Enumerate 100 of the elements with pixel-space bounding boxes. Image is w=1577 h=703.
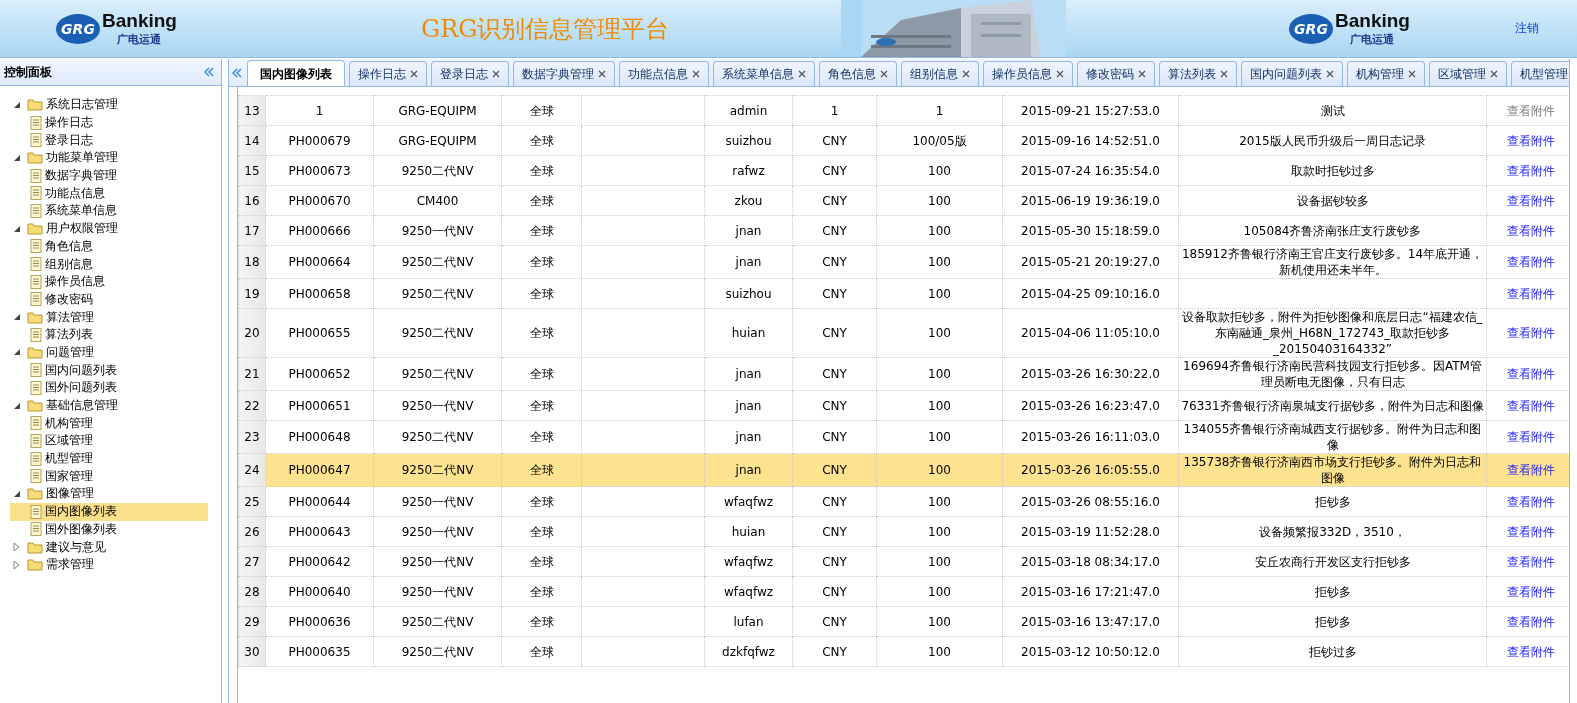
table-cell: GRG-EQUIPM [373,95,502,126]
table-cell: jnan [704,245,793,279]
close-icon[interactable] [962,70,970,78]
tree-node[interactable]: 登录日志 [10,131,208,150]
folder-icon [27,222,43,236]
tree-node[interactable]: 国外图像列表 [10,520,208,539]
close-icon[interactable] [1326,70,1334,78]
tree-node[interactable]: 角色信息 [10,237,208,256]
table-cell: 135738齐鲁银行济南西市场支行拒钞多。附件为日志和图像 [1178,453,1487,487]
tree-node[interactable]: 修改密码 [10,290,208,309]
tab[interactable]: 操作员信息 [983,61,1073,86]
table-cell: PH000658 [265,278,374,309]
row-number: 16 [238,185,266,216]
table-cell: dzkfqfwz [704,636,793,667]
tree-node[interactable]: 国家管理 [10,467,208,486]
close-icon[interactable] [798,70,806,78]
table-cell: 100 [876,390,1003,421]
table-cell: 取款时拒钞过多 [1178,155,1487,186]
table-cell: 全球 [501,185,582,216]
tree-node[interactable]: 建议与意见 [10,538,221,556]
close-icon[interactable] [1056,70,1064,78]
close-icon[interactable] [410,70,418,78]
table-cell: wfaqfwz [704,546,793,577]
table-cell: 2015版人民币升级后一周日志记录 [1178,125,1487,156]
table-cell: CNY [792,390,877,421]
collapse-icon[interactable] [231,67,243,79]
tree-node[interactable]: 区域管理 [10,432,208,450]
table-cell: 1 [265,95,374,126]
table-cell: 2015-09-16 14:52:51.0 [1002,125,1179,156]
table-cell: 169694齐鲁银行济南民营科技园支行拒钞多。因ATM管理员断电无图像，只有日志 [1178,357,1487,391]
tab[interactable]: 区域管理 [1429,61,1507,86]
tree-node[interactable]: 操作日志 [10,113,208,132]
table-cell: huian [704,308,793,358]
tree-node[interactable]: 机型管理 [10,449,208,468]
tree-node[interactable]: 数据字典管理 [10,166,208,185]
folder-icon [27,558,43,572]
table-cell: 76331齐鲁银行济南泉城支行据钞多，附件为日志和图像 [1178,390,1487,421]
tree-node[interactable]: 国外问题列表 [10,379,208,397]
tab[interactable]: 功能点信息 [619,61,709,86]
tab[interactable]: 修改密码 [1077,61,1155,86]
table-cell: CNY [792,357,877,391]
close-icon[interactable] [492,70,500,78]
table-cell: 设备频繁报332D，3510， [1178,516,1487,547]
tree-node[interactable]: 图像管理 [10,485,221,503]
table-cell: 9250一代NV [373,215,502,246]
tab[interactable]: 角色信息 [819,61,897,86]
close-icon[interactable] [1490,70,1498,78]
close-icon[interactable] [598,70,606,78]
tree-node[interactable]: 系统菜单信息 [10,202,208,220]
tab[interactable]: 登录日志 [431,61,509,86]
tab[interactable]: 算法列表 [1159,61,1237,86]
table-cell: 拒钞多 [1178,606,1487,637]
folder-icon [27,399,43,413]
tree-node[interactable]: 系统日志管理 [10,96,221,114]
close-icon[interactable] [880,70,888,78]
close-icon[interactable] [1220,70,1228,78]
logout-link[interactable]: 注销 [1515,20,1539,37]
tab[interactable]: 组别信息 [901,61,979,86]
tree-node[interactable]: 算法管理 [10,308,221,326]
file-icon [30,239,42,254]
tab[interactable]: 系统菜单信息 [713,61,815,86]
table-cell: 100 [876,245,1003,279]
close-icon[interactable] [692,70,700,78]
tab[interactable]: 机型管理 [1511,61,1569,86]
table-cell: jnan [704,390,793,421]
tree-node[interactable]: 国内图像列表 [10,502,208,521]
table-cell: 9250一代NV [373,390,502,421]
tree-node[interactable]: 操作员信息 [10,272,208,291]
table-cell: 全球 [501,516,582,547]
tab[interactable]: 操作日志 [349,61,427,86]
tree-node[interactable]: 算法列表 [10,325,208,344]
attachment-link[interactable]: 查看附件 [1507,326,1555,340]
tree-node[interactable]: 功能点信息 [10,184,208,203]
collapse-icon[interactable] [203,66,215,78]
tab[interactable]: 国内图像列表 [247,60,345,86]
close-icon[interactable] [1408,70,1416,78]
tree-node[interactable]: 国内问题列表 [10,361,208,379]
table-cell: 100 [876,546,1003,577]
tab[interactable]: 数据字典管理 [513,61,615,86]
table-cell: 100 [876,576,1003,607]
tab[interactable]: 国内问题列表 [1241,61,1343,86]
folder-icon [27,98,43,112]
tree-node[interactable]: 用户权限管理 [10,219,221,238]
tree-node[interactable]: 组别信息 [10,255,208,273]
file-icon [30,504,42,519]
tab[interactable]: 机构管理 [1347,61,1425,86]
table-cell: 2015-03-26 16:30:22.0 [1002,357,1179,391]
row-number: 18 [238,245,266,279]
tree-node[interactable]: 功能菜单管理 [10,149,221,167]
table-cell: 9250二代NV [373,278,502,309]
tree-node[interactable]: 问题管理 [10,343,221,362]
tree-node[interactable]: 机构管理 [10,414,208,433]
file-icon [30,451,42,466]
table-cell: 全球 [501,125,582,156]
tree-node[interactable]: 需求管理 [10,555,221,574]
close-icon[interactable] [1138,70,1146,78]
tree-node[interactable]: 基础信息管理 [10,396,221,415]
file-icon [30,274,42,289]
table-cell: 全球 [501,215,582,246]
table-cell: 2015-03-16 17:21:47.0 [1002,576,1179,607]
